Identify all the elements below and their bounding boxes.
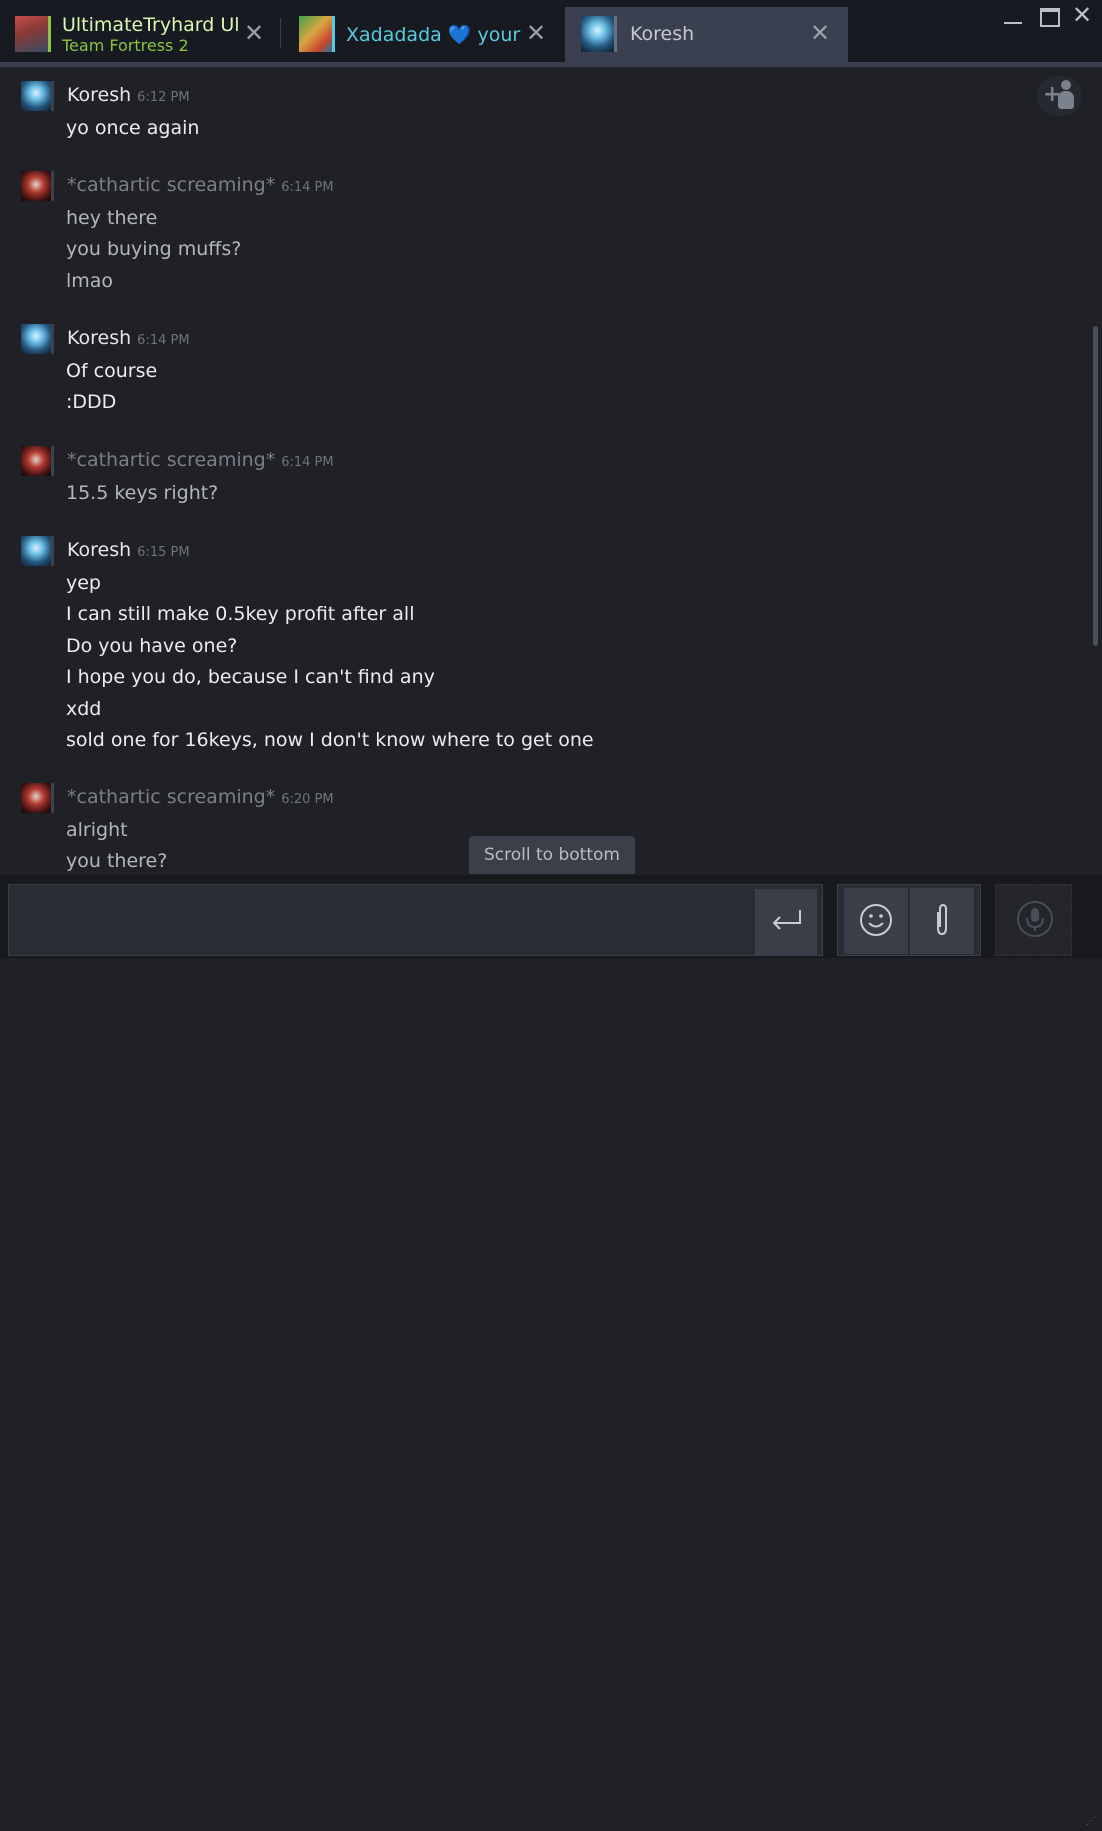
scroll-to-bottom-button[interactable]: Scroll to bottom — [469, 836, 635, 874]
message-time: 6:14 PM — [137, 333, 190, 348]
smiley-icon — [860, 904, 892, 936]
close-icon[interactable]: ✕ — [810, 21, 830, 45]
message-line: yep — [66, 572, 101, 594]
sender-name[interactable]: Koresh 6:14 PM — [67, 327, 190, 349]
tab-divider — [280, 18, 281, 48]
tab-bar: UltimateTryhard Ul Team Fortress 2 ✕ Xad… — [0, 0, 1102, 67]
tab-ultimatetryhard[interactable]: UltimateTryhard Ul Team Fortress 2 ✕ — [0, 0, 270, 62]
message-time: 6:12 PM — [137, 90, 190, 105]
chat-history: Koresh 6:12 PM yo once again *cathartic s… — [0, 67, 1102, 875]
message-line: yo once again — [66, 117, 200, 139]
close-icon[interactable]: ✕ — [526, 21, 546, 45]
sender-name[interactable]: Koresh 6:12 PM — [67, 84, 190, 106]
avatar[interactable] — [21, 324, 54, 354]
microphone-icon — [1017, 901, 1053, 937]
maximize-button[interactable] — [1040, 8, 1060, 27]
sender-name[interactable]: *cathartic screaming* 6:14 PM — [67, 174, 334, 196]
message-line: you buying muffs? — [66, 238, 242, 260]
message-line: hey there — [66, 207, 158, 229]
close-icon[interactable]: ✕ — [244, 21, 264, 45]
scrollbar-thumb[interactable] — [1093, 326, 1098, 646]
person-icon — [1061, 80, 1071, 90]
avatar[interactable] — [21, 171, 54, 201]
tab-name: UltimateTryhard Ul — [62, 14, 240, 36]
message-line: I hope you do, because I can't find any — [66, 666, 435, 688]
voice-button[interactable] — [995, 884, 1072, 956]
message-line: I can still make 0.5key profit after all — [66, 603, 415, 625]
chat-input-bar: ⋰ — [0, 875, 1102, 1827]
message-time: 6:14 PM — [281, 455, 334, 470]
avatar[interactable] — [21, 446, 54, 476]
attach-button[interactable] — [910, 888, 974, 954]
avatar — [299, 16, 335, 52]
sender-name[interactable]: Koresh 6:15 PM — [67, 539, 190, 561]
tab-koresh[interactable]: Koresh ✕ — [565, 7, 848, 62]
sender-name[interactable]: *cathartic screaming* 6:14 PM — [67, 449, 334, 471]
tab-name: Koresh — [630, 23, 695, 45]
message-input[interactable] — [9, 885, 754, 955]
message-time: 6:20 PM — [281, 792, 334, 807]
send-button[interactable] — [755, 889, 817, 955]
window-close-button[interactable]: ✕ — [1072, 2, 1092, 28]
message-line: Of course — [66, 360, 158, 382]
avatar[interactable] — [21, 536, 54, 566]
message-line: lmao — [66, 270, 114, 292]
avatar — [581, 16, 617, 52]
tab-game-status: Team Fortress 2 — [62, 36, 189, 55]
add-friend-button[interactable]: + — [1036, 76, 1082, 116]
message-line: alright — [66, 819, 128, 841]
sender-name[interactable]: *cathartic screaming* 6:20 PM — [67, 786, 334, 808]
avatar[interactable] — [21, 783, 54, 813]
message-line: :DDD — [66, 391, 117, 413]
tab-xadadada[interactable]: Xadadada 💙 your ✕ — [286, 0, 560, 62]
message-line: xdd — [66, 698, 102, 720]
resize-grip[interactable]: ⋰ — [1086, 1817, 1100, 1831]
emoji-button[interactable] — [844, 888, 908, 954]
minimize-button[interactable] — [1004, 10, 1022, 24]
paperclip-icon — [937, 903, 947, 936]
avatar[interactable] — [21, 81, 54, 111]
message-time: 6:14 PM — [281, 180, 334, 195]
tab-name: Xadadada 💙 your — [346, 24, 521, 46]
message-time: 6:15 PM — [137, 545, 190, 560]
message-line: Do you have one? — [66, 635, 238, 657]
avatar — [15, 16, 51, 52]
message-line: you there? — [66, 850, 168, 872]
message-box — [8, 884, 823, 956]
enter-arrow-icon — [772, 910, 801, 930]
message-line: 15.5 keys right? — [66, 482, 219, 504]
message-line: sold one for 16keys, now I don't know wh… — [66, 729, 594, 751]
